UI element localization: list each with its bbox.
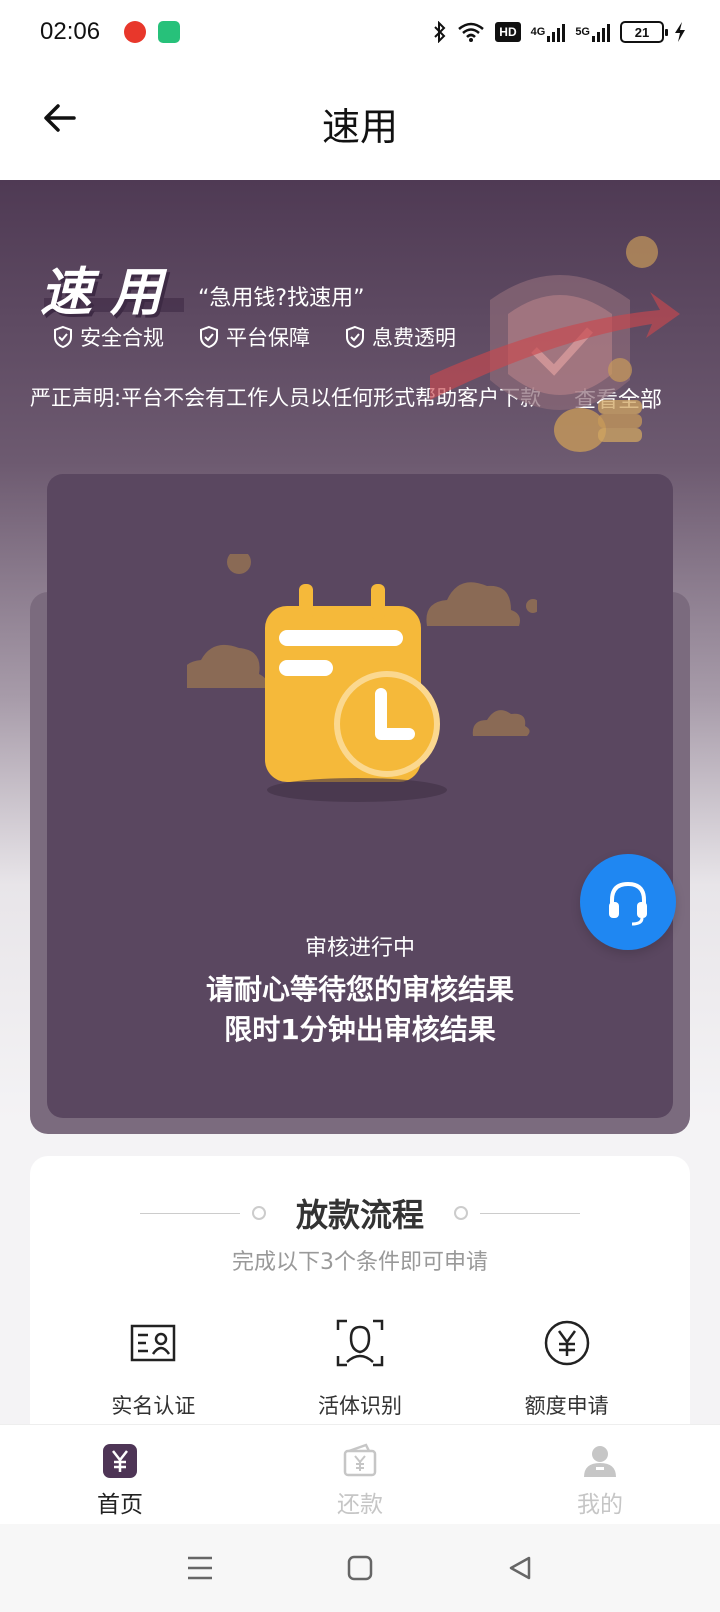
yuan-circle-icon [544,1320,589,1366]
review-status-label: 审核进行中 [304,936,415,961]
review-status-card: 审核进行中 请耐心等待您的审核结果 限时1分钟出审核结果 [47,474,673,1118]
shield-coins-illustration [430,236,680,452]
feature-item: 安全合规 [52,322,164,352]
hd-badge: HD [495,22,521,42]
process-subtitle: 完成以下3个条件即可申请 [232,1250,488,1275]
back-system-button[interactable] [500,1548,540,1588]
shield-check-icon [200,325,218,349]
status-time: 02:06 [40,18,101,45]
recents-button[interactable] [180,1548,220,1588]
wallet-icon [343,1443,377,1477]
step-real-name[interactable]: 实名认证 [73,1318,233,1420]
decor-dot [251,1206,266,1220]
nav-profile[interactable]: 我的 [480,1425,720,1524]
review-message: 请耐心等待您的审核结果 限时1分钟出审核结果 [205,973,514,1046]
app-header: 速用 [0,64,720,180]
brand-slogan: “急用钱?找速用” [198,286,365,311]
user-icon [584,1446,616,1477]
feature-item: 平台保障 [198,322,310,352]
home-yuan-icon [103,1444,137,1478]
app-notification-icon [158,21,181,43]
process-title-row: 放款流程 [30,1190,690,1236]
signal-5g-icon: 5G [575,20,610,44]
bottom-nav: 首页 还款 我的 [0,1424,720,1524]
nav-repay[interactable]: 还款 [240,1425,480,1524]
battery-indicator: 21 [620,21,668,43]
menu-lines-icon [188,1556,212,1580]
shield-check-icon [54,325,72,349]
feature-list: 安全合规 平台保障 息费透明 [52,322,456,352]
id-card-icon [131,1324,176,1362]
wifi-icon [457,20,485,44]
loan-process-panel: 放款流程 完成以下3个条件即可申请 实名认证 活体识别 额度申请 [30,1156,690,1456]
square-icon [347,1555,373,1581]
decor-line [139,1212,240,1214]
signal-4g-icon: 4G [531,20,566,44]
triangle-back-icon [509,1556,531,1580]
decor-line [480,1212,580,1214]
customer-support-button[interactable] [580,854,676,950]
bluetooth-icon [433,20,447,44]
charging-icon [674,20,686,44]
weibo-notification-icon [124,21,147,43]
home-button[interactable] [340,1548,380,1588]
face-scan-icon [336,1319,384,1367]
process-steps: 实名认证 活体识别 额度申请 [30,1318,690,1420]
headset-icon [609,881,647,926]
decor-dot [454,1206,468,1220]
system-nav-bar [0,1524,720,1612]
status-bar: 02:06 HD 4G 5G 21 [0,0,720,64]
brand-logo: 速用 [40,263,181,323]
step-liveness[interactable]: 活体识别 [280,1318,440,1420]
calendar-clock-illustration [187,554,537,802]
process-title: 放款流程 [295,1196,424,1234]
page-title: 速用 [321,105,398,149]
nav-home[interactable]: 首页 [0,1425,240,1524]
shield-check-icon [346,325,364,349]
step-credit-apply[interactable]: 额度申请 [487,1318,647,1420]
